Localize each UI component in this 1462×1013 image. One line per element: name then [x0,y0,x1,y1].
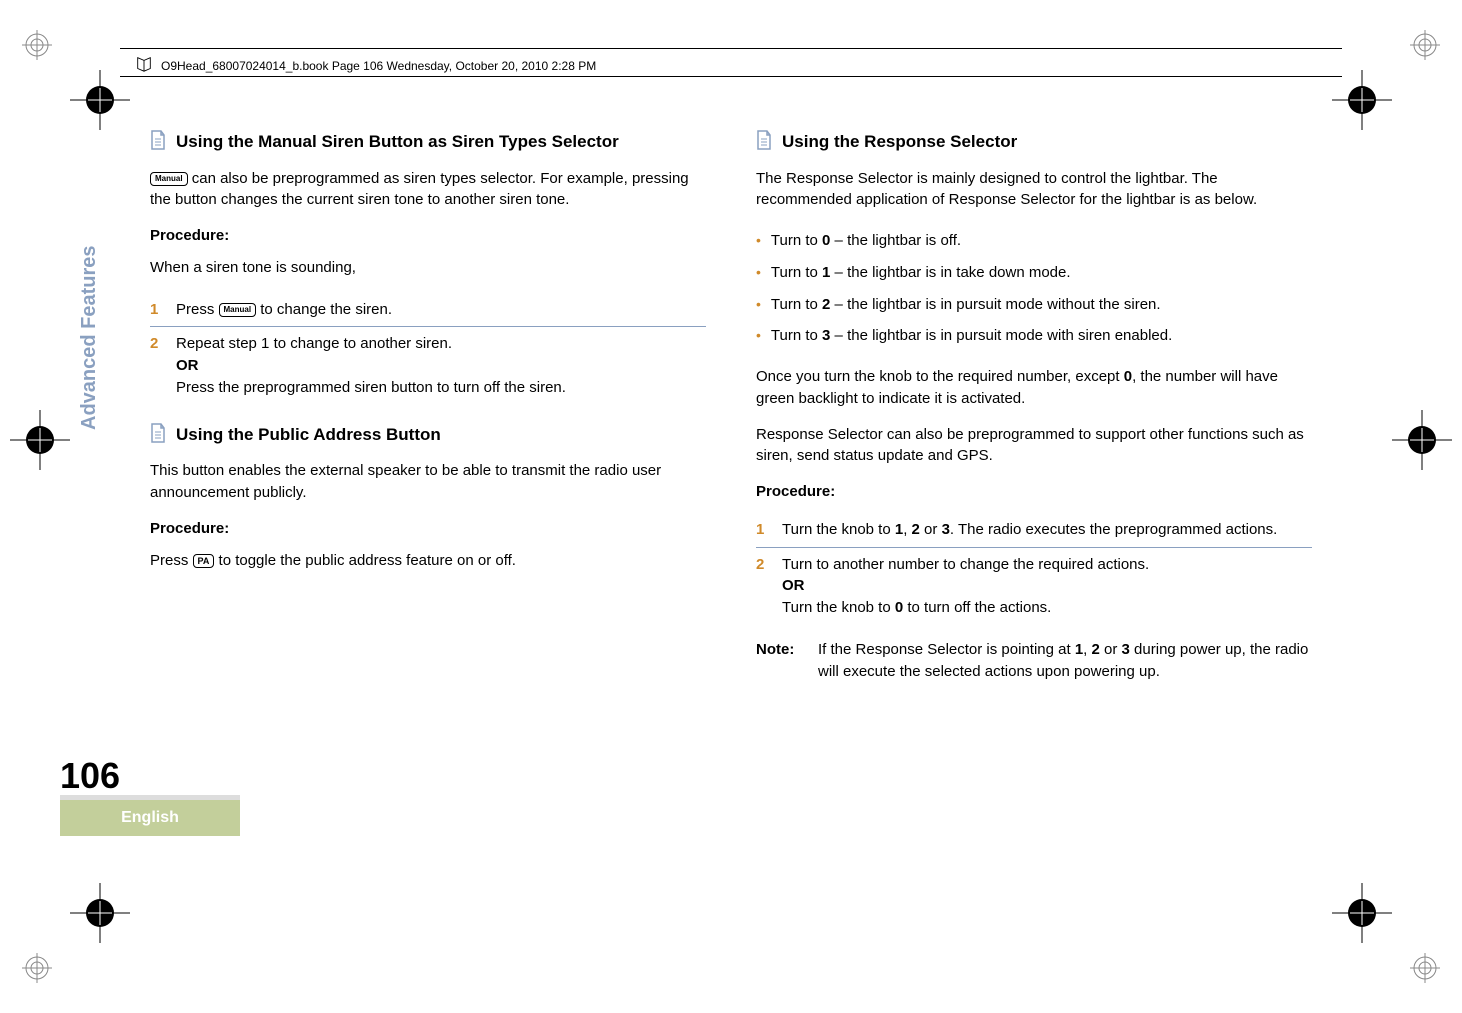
registration-mark-icon [22,30,52,60]
step-number: 2 [756,554,770,619]
header-rule-top [120,48,1342,49]
step-item: 1 Turn the knob to 1, 2 or 3. The radio … [756,513,1312,548]
procedure-label: Procedure: [150,225,706,247]
paragraph: The Response Selector is mainly designed… [756,168,1312,212]
note-label: Note: [756,639,802,683]
right-column: Using the Response Selector The Response… [756,130,1312,883]
section-title: Using the Public Address Button [150,423,706,451]
book-icon [135,55,153,76]
page-header: O9Head_68007024014_b.book Page 106 Wedne… [135,55,1327,76]
manual-button-icon: Manual [150,172,188,186]
procedure-icon [756,130,772,158]
paragraph: Response Selector can also be preprogram… [756,424,1312,468]
step-list: 1 Turn the knob to 1, 2 or 3. The radio … [756,513,1312,625]
bullet-item: •Turn to 1 – the lightbar is in take dow… [756,257,1312,289]
bullet-list: •Turn to 0 – the lightbar is off. •Turn … [756,225,1312,352]
registration-mark-icon [22,953,52,983]
crop-mark-icon [1332,883,1392,943]
left-column: Using the Manual Siren Button as Siren T… [150,130,706,883]
procedure-icon [150,130,166,158]
header-text: O9Head_68007024014_b.book Page 106 Wedne… [161,59,596,73]
bullet-item: •Turn to 0 – the lightbar is off. [756,225,1312,257]
paragraph: Press PA to toggle the public address fe… [150,550,706,572]
language-tab: English [60,800,240,836]
step-body: Press Manual to change the siren. [176,299,706,321]
procedure-label: Procedure: [150,518,706,540]
registration-mark-icon [1410,953,1440,983]
step-item: 2 Turn to another number to change the r… [756,548,1312,625]
page-content: Using the Manual Siren Button as Siren T… [150,130,1312,883]
paragraph: This button enables the external speaker… [150,460,706,504]
step-body: Turn to another number to change the req… [782,554,1312,619]
bullet-icon: • [756,325,761,347]
step-body: Repeat step 1 to change to another siren… [176,333,706,398]
manual-button-icon: Manual [219,303,257,317]
crop-mark-icon [1332,70,1392,130]
step-item: 1 Press Manual to change the siren. [150,293,706,328]
section-title: Using the Manual Siren Button as Siren T… [150,130,706,158]
pa-button-icon: PA [193,554,215,568]
procedure-icon [150,423,166,451]
section-heading: Using the Public Address Button [176,423,441,448]
paragraph: Once you turn the knob to the required n… [756,366,1312,410]
bullet-item: •Turn to 3 – the lightbar is in pursuit … [756,320,1312,352]
procedure-label: Procedure: [756,481,1312,503]
section-heading: Using the Response Selector [782,130,1017,155]
paragraph: When a siren tone is sounding, [150,257,706,279]
note: Note: If the Response Selector is pointi… [756,639,1312,683]
step-list: 1 Press Manual to change the siren. 2 Re… [150,293,706,405]
section-heading: Using the Manual Siren Button as Siren T… [176,130,619,155]
crop-mark-icon [70,70,130,130]
step-number: 2 [150,333,164,398]
section-title: Using the Response Selector [756,130,1312,158]
step-body: Turn the knob to 1, 2 or 3. The radio ex… [782,519,1312,541]
header-rule-bottom [120,76,1342,77]
crop-mark-icon [1392,410,1452,470]
bullet-icon: • [756,262,761,284]
step-number: 1 [150,299,164,321]
paragraph: Manual can also be preprogrammed as sire… [150,168,706,212]
bullet-icon: • [756,294,761,316]
page-number: 106 [60,755,120,797]
step-number: 1 [756,519,770,541]
bullet-icon: • [756,230,761,252]
crop-mark-icon [70,883,130,943]
step-item: 2 Repeat step 1 to change to another sir… [150,327,706,404]
registration-mark-icon [1410,30,1440,60]
bullet-item: •Turn to 2 – the lightbar is in pursuit … [756,289,1312,321]
note-body: If the Response Selector is pointing at … [818,639,1312,683]
section-side-label: Advanced Features [78,245,101,430]
crop-mark-icon [10,410,70,470]
